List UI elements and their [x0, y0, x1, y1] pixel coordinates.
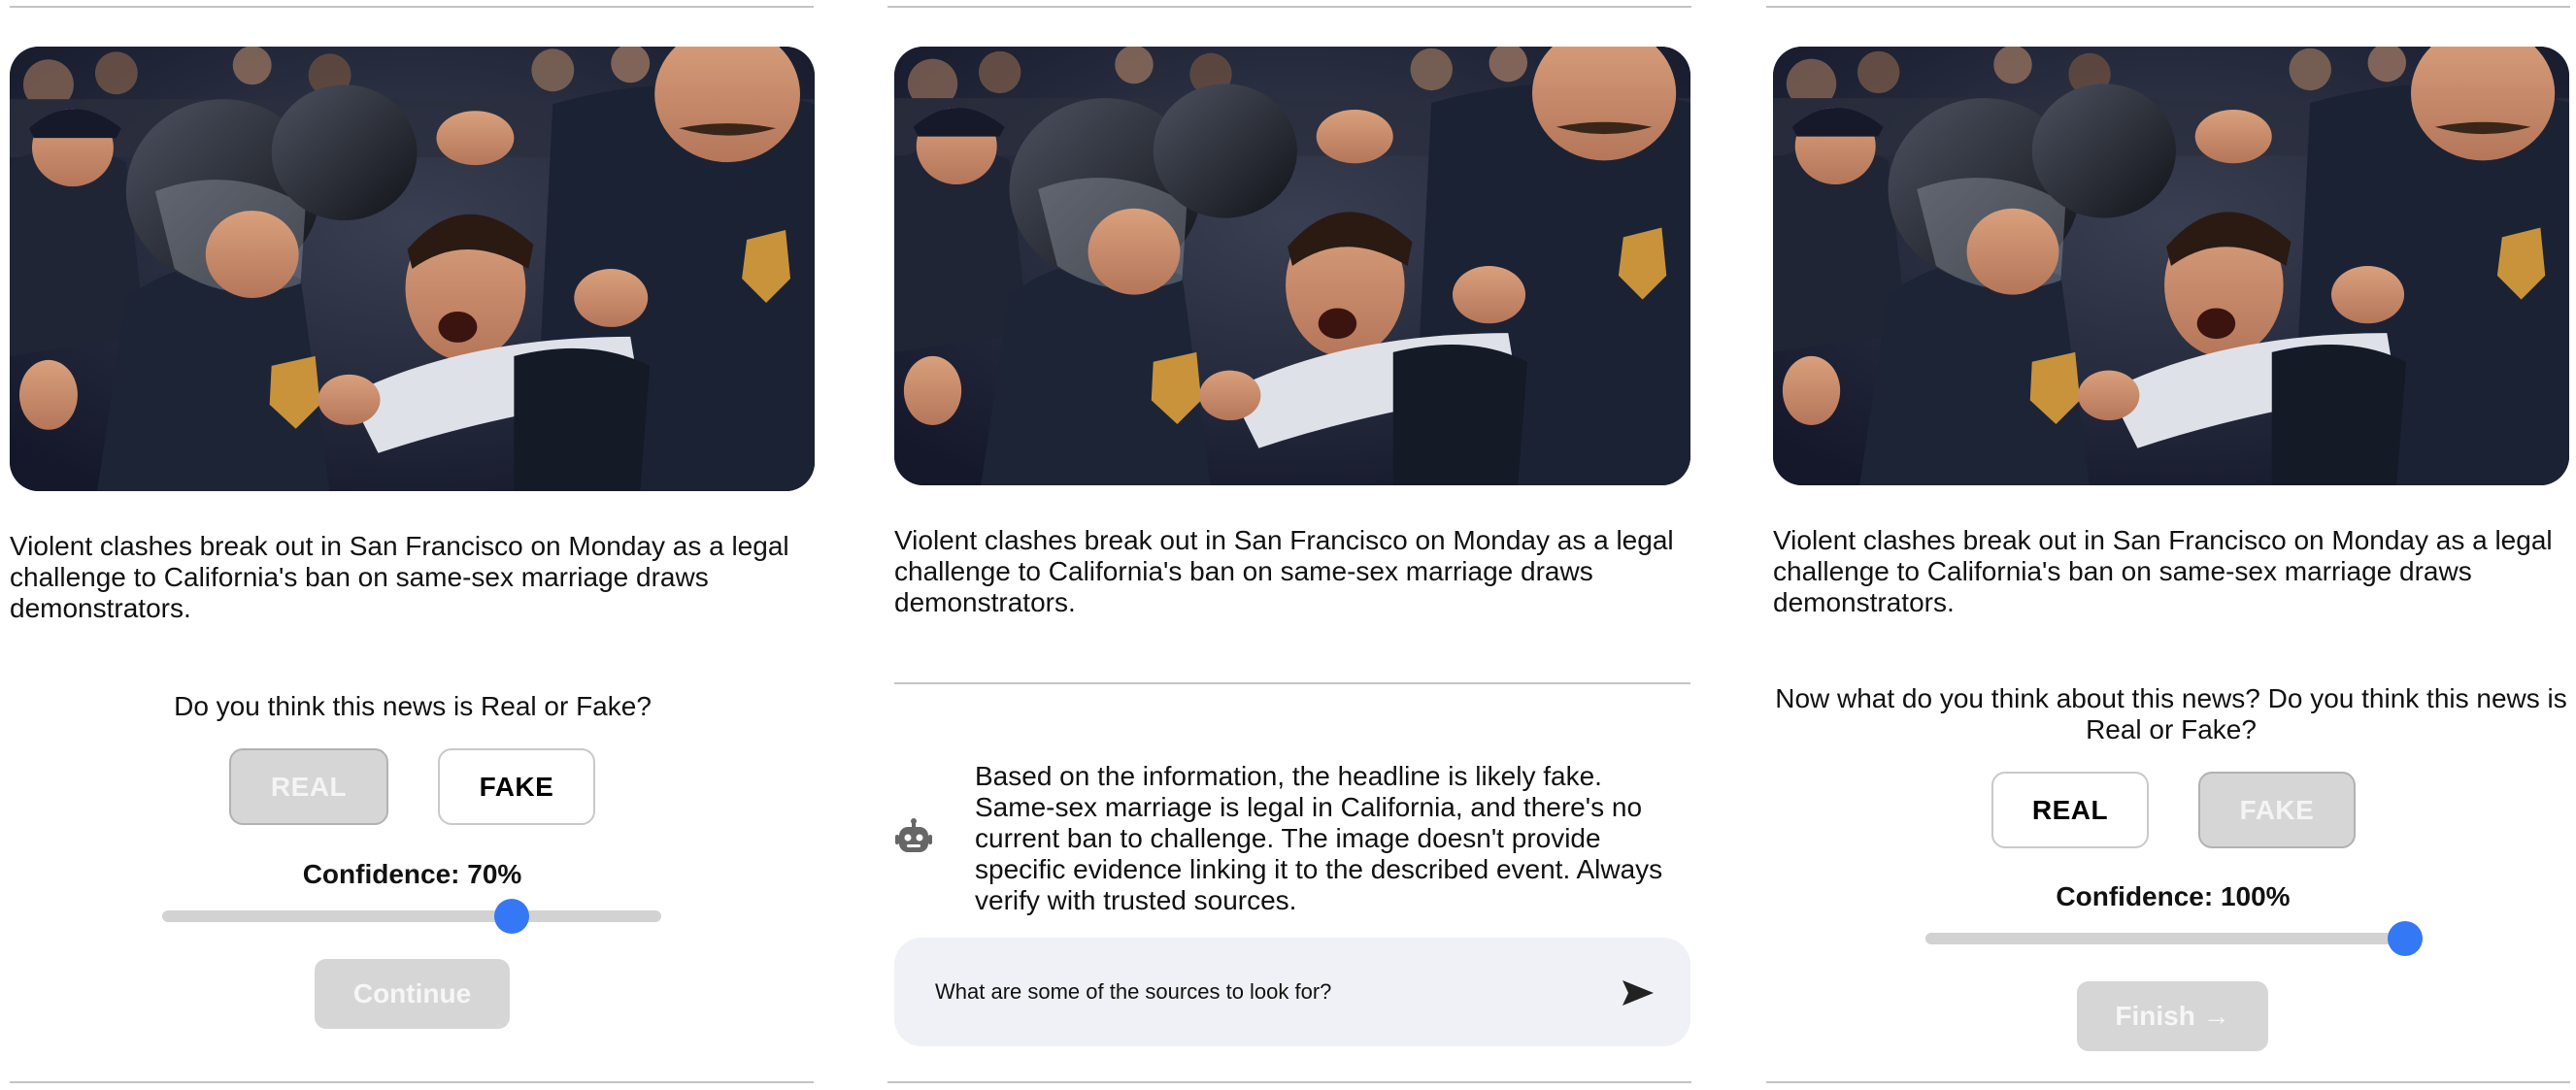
bottom-divider [10, 1081, 814, 1083]
send-icon[interactable] [1623, 980, 1654, 1006]
slider-thumb[interactable] [493, 899, 529, 934]
real-fake-question: Do you think this news is Real or Fake? [174, 691, 652, 721]
headline-text: Violent clashes break out in San Francis… [894, 525, 1674, 617]
bottom-divider [887, 1081, 1691, 1083]
news-image [894, 47, 1690, 485]
bottom-divider [1766, 1081, 2570, 1083]
chat-input-box[interactable] [894, 938, 1690, 1046]
chat-divider [894, 682, 1690, 684]
headline-text: Violent clashes break out in San Francis… [10, 531, 789, 623]
confidence-slider[interactable] [162, 899, 661, 934]
confidence-label: Confidence: 70% [302, 859, 522, 889]
news-photo [10, 47, 815, 491]
robot-icon [895, 818, 932, 855]
chat-input[interactable] [935, 979, 1566, 1005]
news-image [1773, 47, 2569, 485]
continue-button[interactable]: Continue [315, 959, 510, 1029]
real-button[interactable]: REAL [229, 748, 388, 825]
real-fake-question: Now what do you think about this news? D… [1775, 683, 2567, 744]
confidence-slider[interactable] [1925, 921, 2423, 956]
headline-text: Violent clashes break out in San Francis… [1773, 525, 2553, 617]
slider-thumb[interactable] [2388, 921, 2423, 956]
top-divider [1766, 6, 2570, 8]
news-image [10, 47, 815, 491]
confidence-label: Confidence: 100% [2056, 881, 2291, 911]
news-photo [894, 47, 1690, 485]
fake-button[interactable]: FAKE [438, 748, 595, 825]
real-button[interactable]: REAL [1991, 772, 2149, 848]
top-divider [10, 6, 814, 8]
news-photo [1773, 47, 2569, 485]
top-divider [887, 6, 1691, 8]
finish-button[interactable]: Finish → [2077, 981, 2268, 1051]
assistant-message: Based on the information, the headline i… [975, 761, 1663, 915]
fake-button[interactable]: FAKE [2198, 772, 2356, 848]
